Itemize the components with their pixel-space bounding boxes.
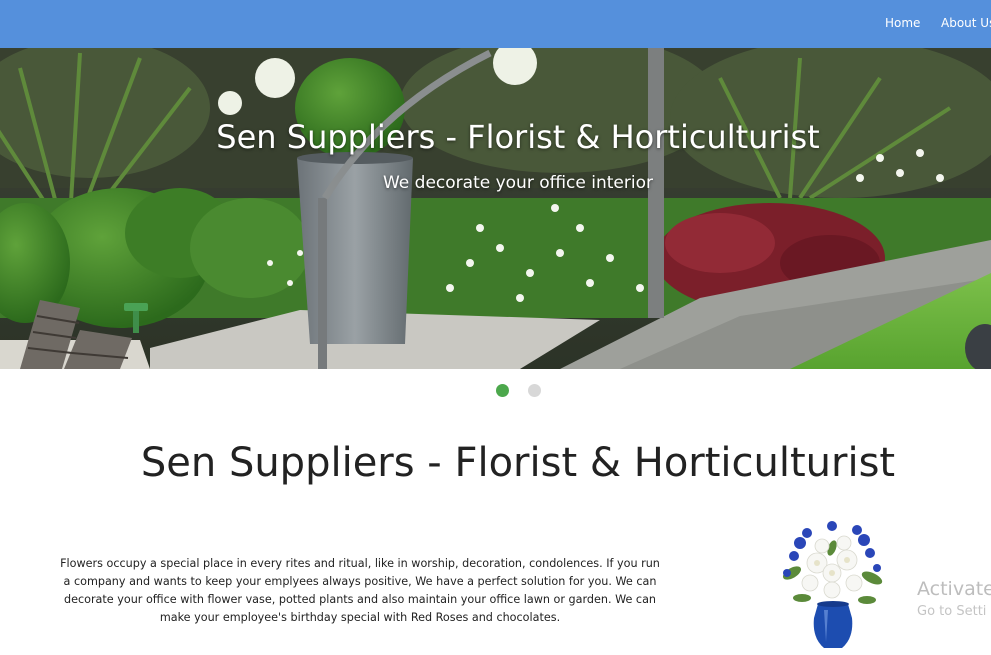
intro-paragraph: Flowers occupy a special place in every … xyxy=(60,557,660,624)
top-navbar: Home About Us xyxy=(0,0,991,48)
carousel-dot-1[interactable] xyxy=(496,384,509,397)
flower-vase-image xyxy=(782,521,883,648)
activate-windows-watermark-subtitle: Go to Setti xyxy=(917,604,987,619)
carousel-dot-2[interactable] xyxy=(528,384,541,397)
hero-carousel[interactable]: Sen Suppliers - Florist & Horticulturist… xyxy=(0,48,991,369)
page-title: Sen Suppliers - Florist & Horticulturist xyxy=(140,440,896,486)
hero-subtitle: We decorate your office interior xyxy=(382,173,653,193)
activate-windows-watermark-title: Activate xyxy=(917,578,991,600)
nav-link-home[interactable]: Home xyxy=(885,16,920,30)
nav-link-about-us[interactable]: About Us xyxy=(941,16,991,30)
hero-title: Sen Suppliers - Florist & Horticulturist xyxy=(216,118,820,156)
hero-garden-image xyxy=(0,48,991,369)
